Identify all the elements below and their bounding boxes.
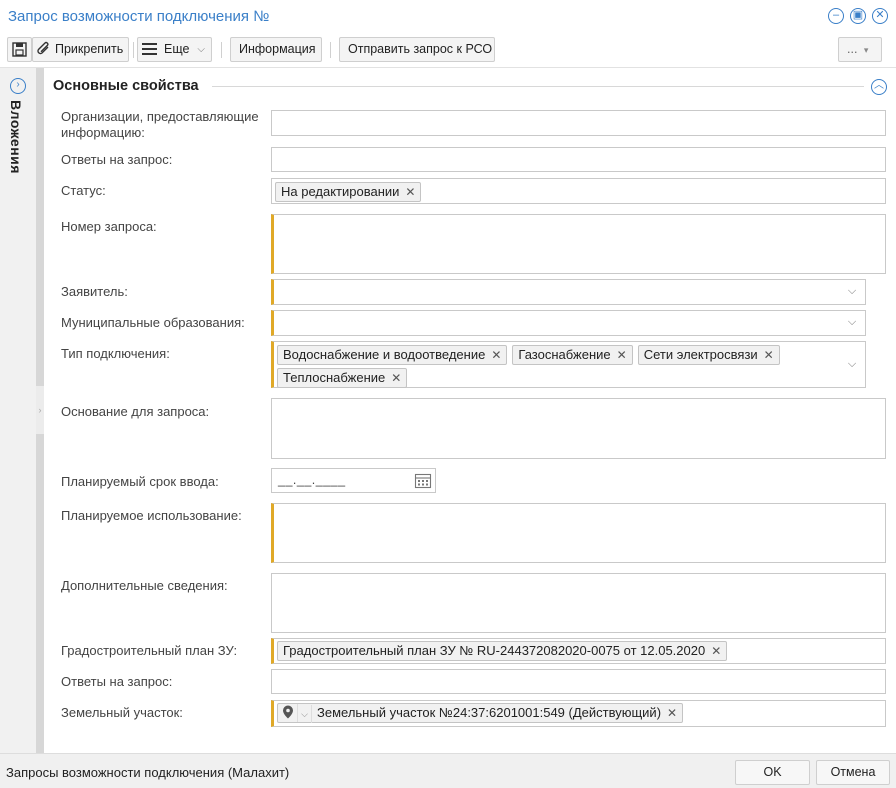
remove-icon[interactable]: ✕ xyxy=(491,348,501,362)
gradplan-label: Градостроительный план ЗУ: xyxy=(61,643,238,658)
answers-label: Ответы на запрос: xyxy=(61,674,173,689)
section-divider xyxy=(212,86,864,87)
remove-icon[interactable]: ✕ xyxy=(405,185,415,199)
collapse-section-icon[interactable]: ︿ xyxy=(871,79,887,95)
applicant-label: Заявитель: xyxy=(61,284,128,299)
status-text: Запросы возможности подключения (Малахит… xyxy=(6,765,290,780)
planned-date-label: Планируемый срок ввода: xyxy=(61,474,219,489)
chip-label: Водоснабжение и водоотведение xyxy=(283,347,486,362)
calendar-icon[interactable] xyxy=(414,472,432,489)
status-field[interactable]: На редактировании ✕ xyxy=(271,178,886,204)
remove-icon[interactable]: ✕ xyxy=(667,706,677,720)
chevron-down-icon[interactable]: ⌵ xyxy=(845,284,859,298)
land-field[interactable]: ⌵ Земельный участок №24:37:6201001:549 (Д… xyxy=(271,700,886,727)
title-bar: Запрос возможности подключения № – ▣ ✕ xyxy=(0,0,896,32)
attach-label: Прикрепить xyxy=(55,42,124,56)
maximize-icon[interactable]: ▣ xyxy=(850,8,866,24)
cancel-button[interactable]: Отмена xyxy=(816,760,890,785)
toolbar-separator xyxy=(221,42,222,58)
connection-type-chip[interactable]: Водоснабжение и водоотведение ✕ xyxy=(277,345,508,365)
connection-type-chip[interactable]: Сети электросвязи ✕ xyxy=(637,345,780,365)
planned-date-input[interactable]: __.__.____ xyxy=(271,468,436,493)
save-icon xyxy=(12,42,27,57)
attachments-sidebar[interactable]: › Вложения xyxy=(0,68,36,753)
info-button[interactable]: Информация xyxy=(230,37,322,62)
expand-sidebar-icon[interactable]: › xyxy=(10,78,26,94)
basis-field[interactable] xyxy=(271,398,886,459)
planned-use-label: Планируемое использование: xyxy=(61,508,242,523)
chevron-down-icon[interactable]: ⌵ xyxy=(845,357,859,371)
toolbar-separator xyxy=(133,42,134,58)
connection-type-select[interactable]: Водоснабжение и водоотведение ✕ Газоснабже… xyxy=(271,341,866,388)
chip-label: Градостроительный план ЗУ № RU-244372082… xyxy=(283,643,706,658)
org-label: Организации, предоставляющие информацию: xyxy=(61,109,259,140)
remove-icon[interactable]: ✕ xyxy=(764,348,774,362)
sidebar-splitter[interactable]: › xyxy=(36,68,44,753)
remove-icon[interactable]: ✕ xyxy=(391,371,401,385)
answers-field[interactable] xyxy=(271,147,886,172)
attachments-label: Вложения xyxy=(8,100,24,174)
toolbar-separator xyxy=(330,42,331,58)
minimize-icon[interactable]: – xyxy=(828,8,844,24)
attach-button[interactable]: Прикрепить xyxy=(32,37,129,62)
ok-button[interactable]: OK xyxy=(735,760,810,785)
remove-icon[interactable]: ✕ xyxy=(711,644,721,658)
gradplan-field[interactable]: Градостроительный план ЗУ № RU-244372082… xyxy=(271,638,886,664)
close-icon[interactable]: ✕ xyxy=(872,8,888,24)
remove-icon[interactable]: ✕ xyxy=(617,348,627,362)
additional-field[interactable] xyxy=(271,573,886,633)
chevron-down-icon: ⌵ xyxy=(197,44,205,55)
connection-type-chip[interactable]: Теплоснабжение ✕ xyxy=(277,368,408,388)
connection-type-label: Тип подключения: xyxy=(61,346,170,361)
gradplan-chip[interactable]: Градостроительный план ЗУ № RU-244372082… xyxy=(277,641,728,661)
overflow-menu-button[interactable]: ... ▾ xyxy=(838,37,882,62)
request-number-label: Номер запроса: xyxy=(61,219,157,234)
chevron-down-icon[interactable]: ⌵ xyxy=(845,315,859,329)
status-chip[interactable]: На редактировании ✕ xyxy=(275,182,422,202)
land-label: Земельный участок: xyxy=(61,705,183,720)
chip-label: Теплоснабжение xyxy=(283,370,386,385)
section-title: Основные свойства xyxy=(53,78,199,94)
more-label: Еще xyxy=(164,42,190,56)
applicant-select[interactable]: ⌵ xyxy=(271,279,866,305)
request-number-field[interactable] xyxy=(271,214,886,274)
save-button[interactable] xyxy=(7,37,32,62)
land-chip[interactable]: ⌵ Земельный участок №24:37:6201001:549 (Д… xyxy=(277,703,684,723)
chevron-down-icon: ▾ xyxy=(863,45,869,55)
more-button[interactable]: Еще ⌵ xyxy=(137,37,212,62)
municipal-label: Муниципальные образования: xyxy=(61,315,245,330)
municipal-select[interactable]: ⌵ xyxy=(271,310,866,336)
answers-field[interactable] xyxy=(271,669,886,694)
chevron-down-icon[interactable]: ⌵ xyxy=(298,705,312,723)
toolbar: Прикрепить Еще ⌵ Информация Отправить за… xyxy=(0,32,896,68)
splitter-handle[interactable]: › xyxy=(36,386,44,434)
send-request-button[interactable]: Отправить запрос к РСО xyxy=(339,37,495,62)
chip-label: Земельный участок №24:37:6201001:549 (Де… xyxy=(317,705,662,720)
status-label: Статус: xyxy=(61,183,106,198)
overflow-label: ... xyxy=(847,42,858,56)
answers-label: Ответы на запрос: xyxy=(61,152,173,167)
status-chip-label: На редактировании xyxy=(281,184,400,199)
paperclip-icon xyxy=(37,41,49,55)
basis-label: Основание для запроса: xyxy=(61,404,210,419)
planned-use-field[interactable] xyxy=(271,503,886,563)
map-pin-icon[interactable] xyxy=(278,704,298,722)
org-field[interactable] xyxy=(271,110,886,136)
menu-icon xyxy=(142,43,157,55)
chip-label: Газоснабжение xyxy=(518,347,611,362)
date-placeholder: __.__.____ xyxy=(278,473,346,487)
connection-type-chip[interactable]: Газоснабжение ✕ xyxy=(512,345,633,365)
additional-label: Дополнительные сведения: xyxy=(61,578,228,593)
chip-label: Сети электросвязи xyxy=(643,347,758,362)
status-bar: Запросы возможности подключения (Малахит… xyxy=(0,753,896,788)
window-title: Запрос возможности подключения № xyxy=(8,8,270,25)
